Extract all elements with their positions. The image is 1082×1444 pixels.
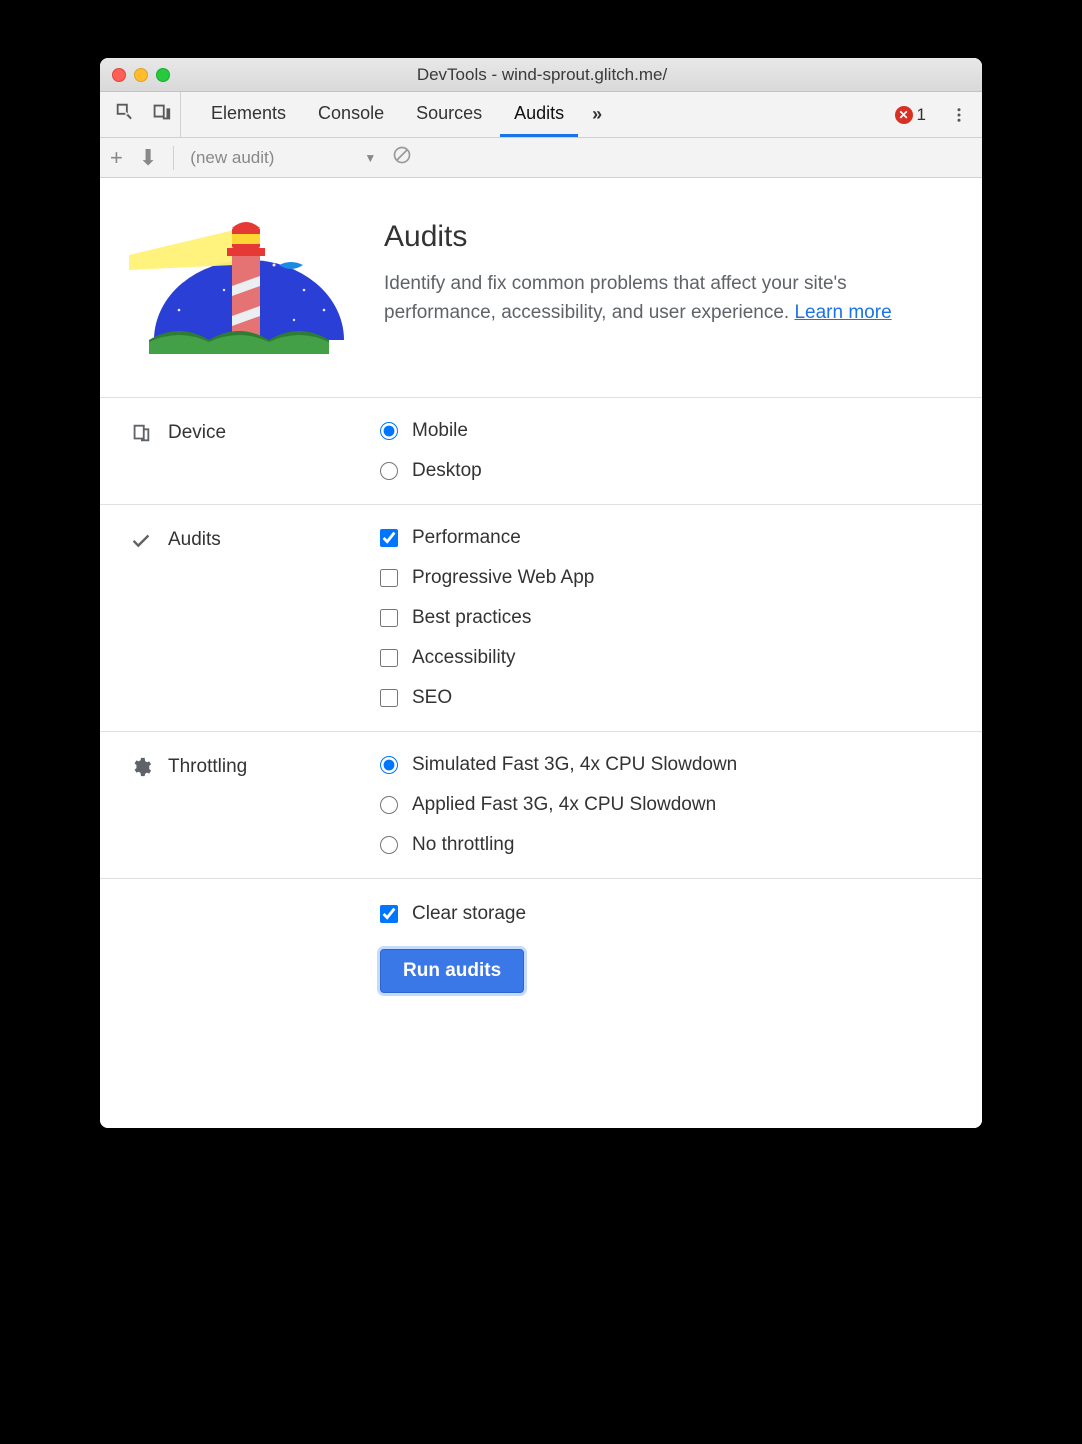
checkbox-accessibility[interactable] [380,649,398,667]
section-title: Audits [168,529,221,551]
checkbox-bestpractices[interactable] [380,609,398,627]
tab-elements[interactable]: Elements [197,92,300,137]
option-label: Best practices [412,607,531,629]
audits-panel: Audits Identify and fix common problems … [100,178,982,1128]
footer-actions: Clear storage Run audits [100,878,982,1017]
option-label: Simulated Fast 3G, 4x CPU Slowdown [412,754,737,776]
section-title: Throttling [168,756,247,778]
hero: Audits Identify and fix common problems … [100,178,982,397]
tab-label: Elements [211,103,286,124]
device-options: Mobile Desktop [380,420,958,482]
section-label-device: Device [130,420,380,482]
option-label: Mobile [412,420,468,442]
device-option-desktop[interactable]: Desktop [380,460,958,482]
audit-select-dropdown[interactable]: (new audit) ▼ [190,148,376,168]
learn-more-link[interactable]: Learn more [794,302,891,323]
audits-toolbar: + ⬇ (new audit) ▼ [100,138,982,178]
tab-label: Audits [514,103,564,124]
option-label: Clear storage [412,903,526,925]
audits-options: Performance Progressive Web App Best pra… [380,527,958,709]
throttle-option-simulated[interactable]: Simulated Fast 3G, 4x CPU Slowdown [380,754,958,776]
hero-text: Audits Identify and fix common problems … [384,210,958,365]
throttle-option-applied[interactable]: Applied Fast 3G, 4x CPU Slowdown [380,794,958,816]
checkbox-clear-storage[interactable] [380,905,398,923]
window-title: DevTools - wind-sprout.glitch.me/ [114,65,970,85]
throttling-options: Simulated Fast 3G, 4x CPU Slowdown Appli… [380,754,958,856]
radio-applied[interactable] [380,796,398,814]
audit-option-pwa[interactable]: Progressive Web App [380,567,958,589]
error-icon: ✕ [895,106,913,124]
audit-option-accessibility[interactable]: Accessibility [380,647,958,669]
mac-titlebar: DevTools - wind-sprout.glitch.me/ [100,58,982,92]
checkbox-pwa[interactable] [380,569,398,587]
tabs-overflow-button[interactable]: » [582,92,612,137]
clear-storage-option[interactable]: Clear storage [380,903,958,925]
device-toggle-icon[interactable] [150,101,172,128]
option-label: SEO [412,687,452,709]
gear-icon [130,756,152,778]
checkbox-seo[interactable] [380,689,398,707]
tab-console[interactable]: Console [304,92,398,137]
radio-mobile[interactable] [380,422,398,440]
chevron-down-icon: ▼ [364,151,376,165]
download-button[interactable]: ⬇ [139,145,157,171]
audit-option-performance[interactable]: Performance [380,527,958,549]
option-label: Progressive Web App [412,567,594,589]
devtools-window: DevTools - wind-sprout.glitch.me/ Elemen… [100,58,982,1128]
tool-icons [100,92,181,137]
radio-none[interactable] [380,836,398,854]
tab-label: Console [318,103,384,124]
hero-description: Identify and fix common problems that af… [384,270,958,327]
option-label: No throttling [412,834,514,856]
radio-simulated[interactable] [380,756,398,774]
hero-desc-text: Identify and fix common problems that af… [384,273,847,323]
error-counter[interactable]: ✕ 1 [885,92,936,137]
separator [173,146,174,170]
section-throttling: Throttling Simulated Fast 3G, 4x CPU Slo… [100,731,982,878]
radio-desktop[interactable] [380,462,398,480]
throttle-option-none[interactable]: No throttling [380,834,958,856]
tab-label: Sources [416,103,482,124]
dropdown-label: (new audit) [190,148,274,168]
new-audit-button[interactable]: + [110,145,123,171]
tabs-bar: Elements Console Sources Audits » ✕ 1 [100,92,982,138]
run-audits-button[interactable]: Run audits [380,949,524,993]
chevron-right-icon: » [592,104,602,125]
audit-option-bestpractices[interactable]: Best practices [380,607,958,629]
page-title: Audits [384,220,958,254]
check-icon [130,529,152,551]
option-label: Desktop [412,460,482,482]
device-icon [130,422,152,444]
device-option-mobile[interactable]: Mobile [380,420,958,442]
checkbox-performance[interactable] [380,529,398,547]
section-device: Device Mobile Desktop [100,397,982,504]
tab-audits[interactable]: Audits [500,92,578,137]
lighthouse-illustration [124,210,354,365]
option-label: Accessibility [412,647,515,669]
section-audits: Audits Performance Progressive Web App B… [100,504,982,731]
option-label: Performance [412,527,521,549]
panel-tabs: Elements Console Sources Audits » [181,92,612,137]
option-label: Applied Fast 3G, 4x CPU Slowdown [412,794,716,816]
inspect-icon[interactable] [114,101,136,128]
audit-option-seo[interactable]: SEO [380,687,958,709]
section-label-throttling: Throttling [130,754,380,856]
tab-sources[interactable]: Sources [402,92,496,137]
clear-button[interactable] [392,145,412,170]
section-title: Device [168,422,226,444]
error-count: 1 [917,105,926,125]
section-label-audits: Audits [130,527,380,709]
settings-menu-button[interactable] [936,92,982,137]
